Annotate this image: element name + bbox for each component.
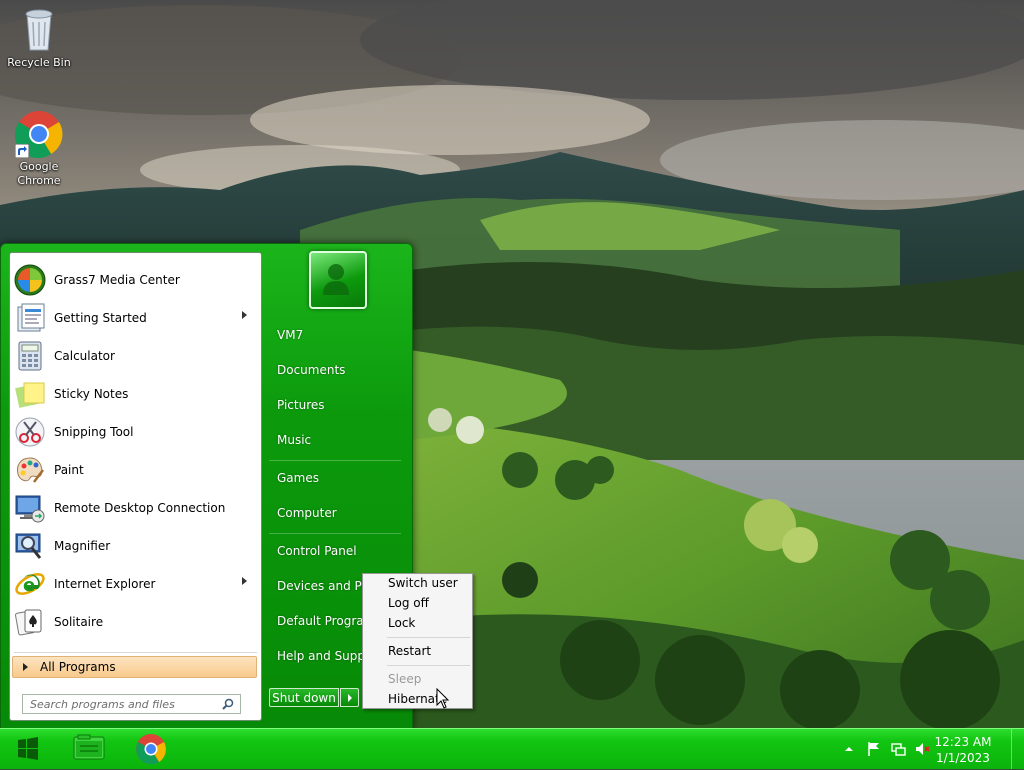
taskbar-chrome-button[interactable] — [122, 731, 180, 767]
scissors-icon — [14, 416, 46, 448]
program-label: Getting Started — [54, 311, 147, 325]
program-item-snipping-tool[interactable]: Snipping Tool — [12, 414, 257, 450]
action-center-flag-icon[interactable] — [866, 741, 882, 757]
right-item-control-panel[interactable]: Control Panel — [269, 536, 401, 566]
program-label: Calculator — [54, 349, 115, 363]
right-item-user-folder[interactable]: VM7 — [269, 320, 401, 350]
menu-separator — [387, 665, 470, 666]
search-icon[interactable] — [222, 698, 234, 710]
program-item-calculator[interactable]: Calculator — [12, 338, 257, 374]
menu-item-lock[interactable]: Lock — [388, 616, 415, 630]
mouse-pointer-icon — [436, 688, 450, 709]
program-label: Internet Explorer — [54, 577, 156, 591]
right-item-music[interactable]: Music — [269, 425, 401, 455]
user-account-picture[interactable] — [309, 251, 367, 309]
menu-item-sleep: Sleep — [388, 672, 422, 686]
program-label: Magnifier — [54, 539, 111, 553]
getting-started-icon — [14, 302, 46, 334]
right-item-games[interactable]: Games — [269, 463, 401, 493]
desktop-icon-label: Google Chrome — [17, 160, 61, 187]
program-item-magnifier[interactable]: Magnifier — [12, 528, 257, 564]
show-hidden-icons-chevron-icon[interactable] — [844, 744, 854, 754]
all-programs-label: All Programs — [40, 660, 116, 674]
start-menu-programs-pane: Grass7 Media Center Getting Started Calc… — [9, 252, 262, 721]
calculator-icon — [14, 340, 46, 372]
program-item-paint[interactable]: Paint — [12, 452, 257, 488]
desktop-icon-label: Recycle Bin — [7, 56, 71, 69]
shut-down-options-arrow-button[interactable] — [340, 688, 359, 707]
file-explorer-icon — [73, 734, 105, 760]
right-pane-separator — [269, 533, 401, 534]
program-label: Snipping Tool — [54, 425, 134, 439]
taskbar: 12:23 AM 1/1/2023 — [0, 728, 1024, 769]
shutdown-options-menu: Switch user Log off Lock Restart Sleep H… — [362, 573, 473, 709]
sticky-notes-icon — [14, 378, 46, 410]
media-center-icon — [14, 264, 46, 296]
start-orb-icon — [18, 737, 38, 760]
start-button[interactable] — [0, 731, 58, 767]
network-icon[interactable] — [890, 741, 906, 757]
program-label: Sticky Notes — [54, 387, 129, 401]
right-pane-separator — [269, 460, 401, 461]
svg-text:e: e — [23, 575, 35, 596]
program-label: Grass7 Media Center — [54, 273, 180, 287]
program-item-sticky-notes[interactable]: Sticky Notes — [12, 376, 257, 412]
menu-item-restart[interactable]: Restart — [388, 644, 431, 658]
user-silhouette-icon — [323, 264, 349, 295]
all-programs-button[interactable]: All Programs — [12, 656, 257, 678]
program-label: Paint — [54, 463, 84, 477]
right-item-computer[interactable]: Computer — [269, 498, 401, 528]
menu-separator — [387, 637, 470, 638]
program-item-getting-started[interactable]: Getting Started — [12, 300, 257, 336]
magnifier-icon — [14, 530, 46, 562]
program-item-grass7-media-center[interactable]: Grass7 Media Center — [12, 262, 257, 298]
program-item-solitaire[interactable]: Solitaire — [12, 604, 257, 640]
desktop-icon-google-chrome[interactable]: Google Chrome — [1, 110, 77, 188]
search-programs-input[interactable]: Search programs and files — [22, 694, 241, 714]
program-item-internet-explorer[interactable]: e Internet Explorer — [12, 566, 257, 602]
shortcut-arrow-icon — [15, 144, 29, 158]
right-item-pictures[interactable]: Pictures — [269, 390, 401, 420]
taskbar-clock[interactable]: 12:23 AM 1/1/2023 — [928, 734, 998, 766]
clock-date: 1/1/2023 — [936, 751, 990, 765]
shut-down-button[interactable]: Shut down — [269, 688, 339, 707]
program-label: Remote Desktop Connection — [54, 501, 226, 515]
program-label: Solitaire — [54, 615, 104, 629]
clock-time: 12:23 AM — [934, 735, 992, 749]
internet-explorer-icon: e — [14, 568, 46, 600]
menu-item-log-off[interactable]: Log off — [388, 596, 429, 610]
search-placeholder: Search programs and files — [30, 697, 175, 711]
right-triangle-icon — [23, 663, 28, 671]
desktop-icon-recycle-bin[interactable]: Recycle Bin — [1, 6, 77, 70]
remote-desktop-icon — [14, 492, 46, 524]
chrome-icon — [14, 110, 63, 159]
menu-item-switch-user[interactable]: Switch user — [388, 576, 458, 590]
recycle-bin-icon — [15, 6, 63, 54]
program-item-remote-desktop-connection[interactable]: Remote Desktop Connection — [12, 490, 257, 526]
paint-palette-icon — [14, 454, 46, 486]
submenu-arrow-icon — [242, 577, 247, 585]
solitaire-icon — [14, 606, 46, 638]
right-item-documents[interactable]: Documents — [269, 355, 401, 385]
taskbar-file-explorer-button[interactable] — [62, 731, 120, 767]
show-desktop-button[interactable] — [1011, 729, 1024, 769]
start-menu: Grass7 Media Center Getting Started Calc… — [0, 243, 413, 729]
submenu-arrow-icon — [242, 311, 247, 319]
chrome-icon — [136, 734, 166, 765]
programs-separator — [14, 652, 257, 653]
